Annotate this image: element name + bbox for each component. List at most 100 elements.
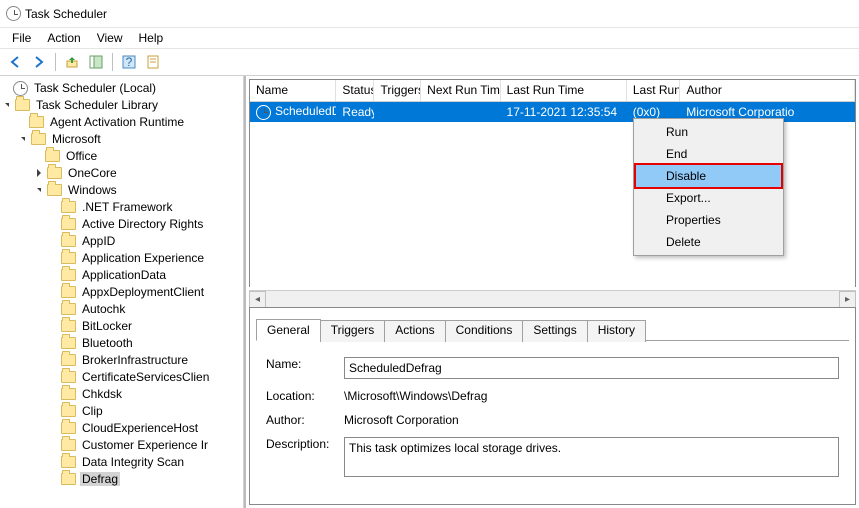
description-field[interactable]	[344, 437, 839, 477]
toggle-closed-icon[interactable]	[32, 167, 45, 180]
tree-node-defrag[interactable]: Defrag	[0, 471, 243, 487]
menu-help[interactable]: Help	[131, 29, 172, 47]
context-menu-delete[interactable]: Delete	[636, 231, 781, 253]
help-button[interactable]: ?	[118, 51, 140, 73]
location-label: Location:	[266, 389, 344, 403]
tree-node-data-integrity-scan[interactable]: Data Integrity Scan	[0, 454, 243, 470]
location-value: \Microsoft\Windows\Defrag	[344, 389, 839, 403]
forward-icon	[32, 55, 46, 69]
scheduler-icon	[13, 81, 28, 96]
folder-icon	[61, 320, 76, 332]
tree-node-cloudexperiencehost[interactable]: CloudExperienceHost	[0, 420, 243, 436]
tree-node-certificateservicesclien[interactable]: CertificateServicesClien	[0, 369, 243, 385]
properties-icon	[146, 55, 160, 69]
forward-button[interactable]	[28, 51, 50, 73]
tree-node-customer-experience-ir[interactable]: Customer Experience Ir	[0, 437, 243, 453]
tree-node-task-scheduler-library[interactable]: Task Scheduler Library	[0, 97, 243, 113]
tree-label: Application Experience	[80, 251, 206, 265]
folder-icon	[61, 405, 76, 417]
tree-node--net-framework[interactable]: .NET Framework	[0, 199, 243, 215]
tree-node-windows[interactable]: Windows	[0, 182, 243, 198]
menu-view[interactable]: View	[89, 29, 131, 47]
context-menu: RunEndDisableExport...PropertiesDelete	[633, 118, 784, 256]
tree-node-brokerinfrastructure[interactable]: BrokerInfrastructure	[0, 352, 243, 368]
toggle-open-icon[interactable]	[32, 184, 45, 197]
scroll-right-button[interactable]: ▸	[839, 291, 856, 308]
folder-icon	[61, 337, 76, 349]
svg-text:?: ?	[126, 55, 133, 69]
tree-label: OneCore	[66, 166, 119, 180]
tree-node-task-scheduler-local-[interactable]: Task Scheduler (Local)	[0, 80, 243, 96]
properties-button[interactable]	[142, 51, 164, 73]
tree-node-appid[interactable]: AppID	[0, 233, 243, 249]
cell-status: Ready	[336, 103, 374, 121]
menu-action[interactable]: Action	[39, 29, 88, 47]
tree-node-office[interactable]: Office	[0, 148, 243, 164]
show-hide-tree-button[interactable]	[85, 51, 107, 73]
folder-icon	[61, 235, 76, 247]
tree-node-agent-activation-runtime[interactable]: Agent Activation Runtime	[0, 114, 243, 130]
name-label: Name:	[266, 357, 344, 379]
tree-label: Clip	[80, 404, 105, 418]
cell-triggers	[374, 110, 421, 114]
up-button[interactable]	[61, 51, 83, 73]
cell-last-run-time: 17-11-2021 12:35:54	[501, 103, 627, 121]
tree-label: CloudExperienceHost	[80, 421, 200, 435]
tree-label: Agent Activation Runtime	[48, 115, 186, 129]
cell-next-run-time	[421, 110, 501, 114]
tree-pane-icon	[89, 55, 103, 69]
folder-icon	[15, 99, 30, 111]
back-button[interactable]	[4, 51, 26, 73]
context-menu-export-[interactable]: Export...	[636, 187, 781, 209]
column-header-last-run-result[interactable]: Last Run Result	[627, 80, 681, 101]
tab-conditions[interactable]: Conditions	[445, 320, 524, 342]
toggle-open-icon[interactable]	[0, 99, 13, 112]
column-header-triggers[interactable]: Triggers	[374, 80, 421, 101]
column-header-last-run-time[interactable]: Last Run Time	[501, 80, 627, 101]
folder-icon	[61, 473, 76, 485]
name-field[interactable]	[344, 357, 839, 379]
context-menu-properties[interactable]: Properties	[636, 209, 781, 231]
column-header-next-run-time[interactable]: Next Run Time	[421, 80, 501, 101]
tree-node-onecore[interactable]: OneCore	[0, 165, 243, 181]
tab-triggers[interactable]: Triggers	[320, 320, 386, 342]
tree-label: Defrag	[80, 472, 120, 486]
tree-node-microsoft[interactable]: Microsoft	[0, 131, 243, 147]
scroll-left-button[interactable]: ◂	[249, 291, 266, 308]
tree-label: Autochk	[80, 302, 127, 316]
tab-settings[interactable]: Settings	[522, 320, 587, 342]
tab-actions[interactable]: Actions	[384, 320, 445, 342]
toggle-open-icon[interactable]	[16, 133, 29, 146]
help-icon: ?	[122, 55, 136, 69]
column-header-name[interactable]: Name	[250, 80, 336, 101]
tree-pane[interactable]: Task Scheduler (Local) Task Scheduler Lib…	[0, 76, 244, 508]
tree-label: AppID	[80, 234, 117, 248]
context-menu-disable[interactable]: Disable	[634, 163, 783, 189]
context-menu-end[interactable]: End	[636, 143, 781, 165]
column-header-author[interactable]: Author	[680, 80, 855, 101]
tree-node-active-directory-rights[interactable]: Active Directory Rights	[0, 216, 243, 232]
tab-history[interactable]: History	[587, 320, 646, 342]
details-pane: GeneralTriggersActionsConditionsSettings…	[249, 307, 856, 505]
folder-icon	[45, 150, 60, 162]
folder-icon	[61, 354, 76, 366]
tree-node-bluetooth[interactable]: Bluetooth	[0, 335, 243, 351]
tree-node-application-experience[interactable]: Application Experience	[0, 250, 243, 266]
context-menu-run[interactable]: Run	[636, 121, 781, 143]
menu-file[interactable]: File	[4, 29, 39, 47]
tree-label: Task Scheduler (Local)	[32, 81, 158, 95]
folder-icon	[47, 167, 62, 179]
folder-icon	[61, 371, 76, 383]
tree-node-autochk[interactable]: Autochk	[0, 301, 243, 317]
horizontal-scrollbar[interactable]: ◂ ▸	[249, 290, 856, 307]
tree-label: Microsoft	[50, 132, 103, 146]
tree-node-appxdeploymentclient[interactable]: AppxDeploymentClient	[0, 284, 243, 300]
author-label: Author:	[266, 413, 344, 427]
tree-node-chkdsk[interactable]: Chkdsk	[0, 386, 243, 402]
tree-node-bitlocker[interactable]: BitLocker	[0, 318, 243, 334]
tree-node-clip[interactable]: Clip	[0, 403, 243, 419]
column-header-status[interactable]: Status	[336, 80, 374, 101]
tab-general[interactable]: General	[256, 319, 321, 341]
folder-icon	[61, 286, 76, 298]
tree-node-applicationdata[interactable]: ApplicationData	[0, 267, 243, 283]
